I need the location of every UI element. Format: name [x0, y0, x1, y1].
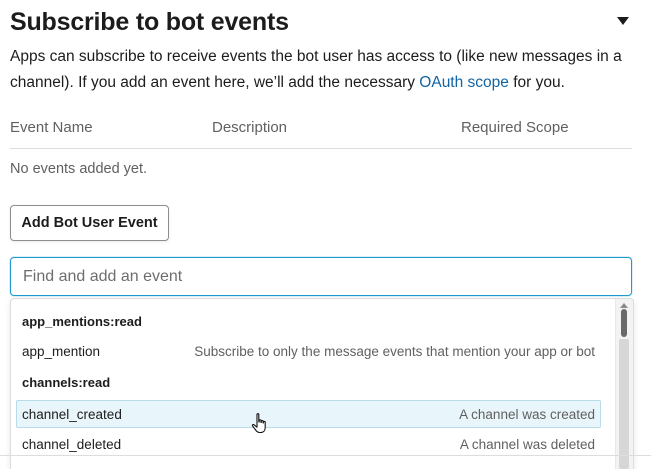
scroll-up-arrow-icon[interactable] [620, 303, 628, 308]
scope-group-label: app_mentions:read [22, 314, 142, 329]
dropdown-scrollbar[interactable] [615, 299, 633, 469]
caret-down-icon[interactable] [616, 16, 630, 28]
section-description: Apps can subscribe to receive events the… [10, 44, 635, 96]
description-text-end: for you. [508, 74, 565, 91]
event-option-name: app_mention [22, 344, 101, 359]
scrollbar-track[interactable] [619, 339, 629, 469]
divider [0, 455, 651, 456]
add-bot-user-event-button[interactable]: Add Bot User Event [10, 205, 169, 241]
event-dropdown: app_mentions:read app_mention Subscribe … [10, 298, 634, 469]
event-option-name: channel_created [22, 407, 122, 422]
event-option-description: A channel was created [459, 407, 595, 422]
event-option-channel-created[interactable]: channel_created A channel was created [16, 400, 601, 428]
event-search-box [10, 257, 632, 296]
column-header-required-scope: Required Scope [461, 119, 569, 136]
oauth-scope-link[interactable]: OAuth scope [419, 74, 509, 91]
event-option-description: Subscribe to only the message events tha… [194, 344, 595, 359]
event-option-app-mention[interactable]: app_mention Subscribe to only the messag… [16, 338, 601, 366]
section-header: Subscribe to bot events [10, 4, 630, 40]
event-option-list: app_mentions:read app_mention Subscribe … [11, 299, 613, 469]
scrollbar-thumb[interactable] [621, 309, 627, 337]
empty-events-message: No events added yet. [10, 161, 148, 177]
event-search-input[interactable] [11, 258, 631, 295]
column-header-description: Description [212, 119, 288, 136]
section-title: Subscribe to bot events [10, 8, 289, 36]
events-table-header: Event Name Description Required Scope [10, 114, 632, 149]
column-header-event-name: Event Name [10, 119, 93, 136]
scope-group-label: channels:read [22, 375, 111, 390]
